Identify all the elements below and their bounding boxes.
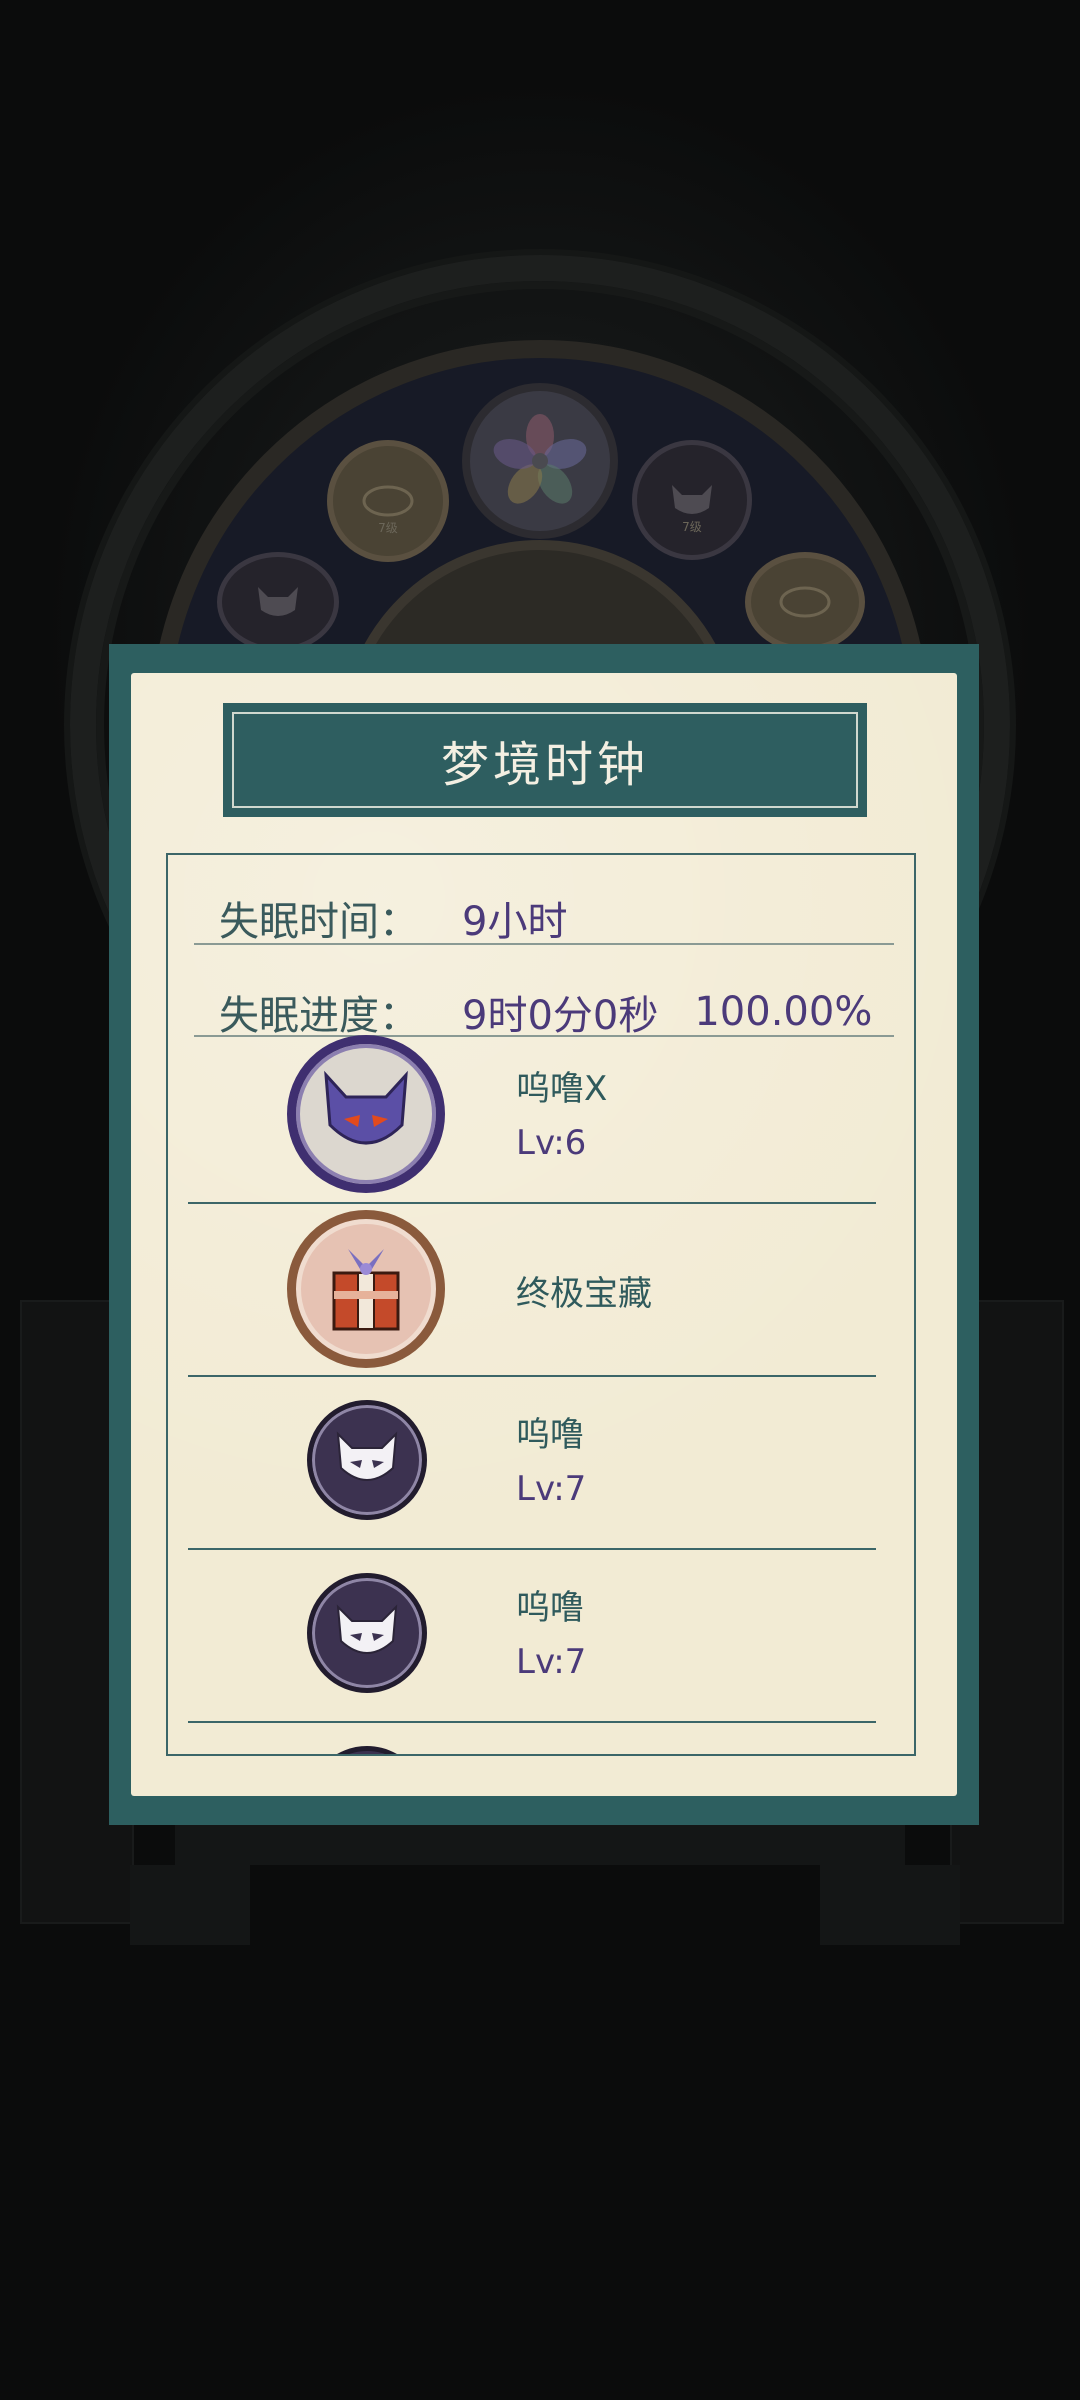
flower-token-icon [462, 383, 618, 539]
insomnia-time-row: 失眠时间： 9小时 [194, 873, 894, 963]
item-level: Lv:7 [516, 1642, 587, 1682]
list-item[interactable]: 呜噜 Lv:7 [188, 1550, 876, 1723]
stage-step [175, 1825, 905, 1865]
dream-clock-dialog: 梦境时钟 失眠时间： 9小时 失眠进度： 9时0分0秒 100.00% 呜噜X … [109, 644, 979, 1825]
right-base [820, 1865, 960, 1945]
item-name: 呜噜X [516, 1069, 608, 1109]
insomnia-progress-percent: 100.00% [694, 989, 873, 1035]
title-bar: 梦境时钟 [223, 703, 867, 817]
list-item[interactable]: 终极宝藏 [188, 1204, 876, 1377]
insomnia-time-value: 9小时 [462, 899, 568, 945]
dialog-paper: 梦境时钟 失眠时间： 9小时 失眠进度： 9时0分0秒 100.00% 呜噜X … [131, 673, 957, 1796]
gift-box-icon [287, 1210, 445, 1368]
item-name: 终极宝藏 [516, 1274, 652, 1314]
item-name: 呜噜 [516, 1415, 584, 1455]
white-cat-mask-icon [307, 1573, 427, 1693]
insomnia-time-label: 失眠时间： [219, 899, 419, 945]
list-item[interactable]: 呜噜X Lv:6 [188, 1031, 876, 1204]
sheep-token-icon: 7级 [327, 440, 449, 562]
white-cat-mask-icon [307, 1400, 427, 1520]
dialog-title: 梦境时钟 [232, 712, 858, 808]
item-name: 呜噜 [516, 1588, 584, 1628]
cat-mask-icon [307, 1746, 427, 1754]
cat-token-icon [217, 552, 339, 652]
content-panel[interactable]: 失眠时间： 9小时 失眠进度： 9时0分0秒 100.00% 呜噜X Lv:6 … [166, 853, 916, 1756]
list-item[interactable] [188, 1723, 876, 1754]
sheep-token-icon [745, 552, 865, 652]
purple-cat-mask-icon [287, 1035, 445, 1193]
reward-list: 呜噜X Lv:6 终极宝藏 呜噜 Lv:7 呜噜 Lv:7 [188, 1031, 876, 1754]
item-level: Lv:7 [516, 1469, 587, 1509]
item-level: Lv:6 [516, 1123, 587, 1163]
divider [194, 943, 894, 945]
list-item[interactable]: 呜噜 Lv:7 [188, 1377, 876, 1550]
cat-token-icon: 7级 [632, 440, 752, 560]
left-base [130, 1865, 250, 1945]
